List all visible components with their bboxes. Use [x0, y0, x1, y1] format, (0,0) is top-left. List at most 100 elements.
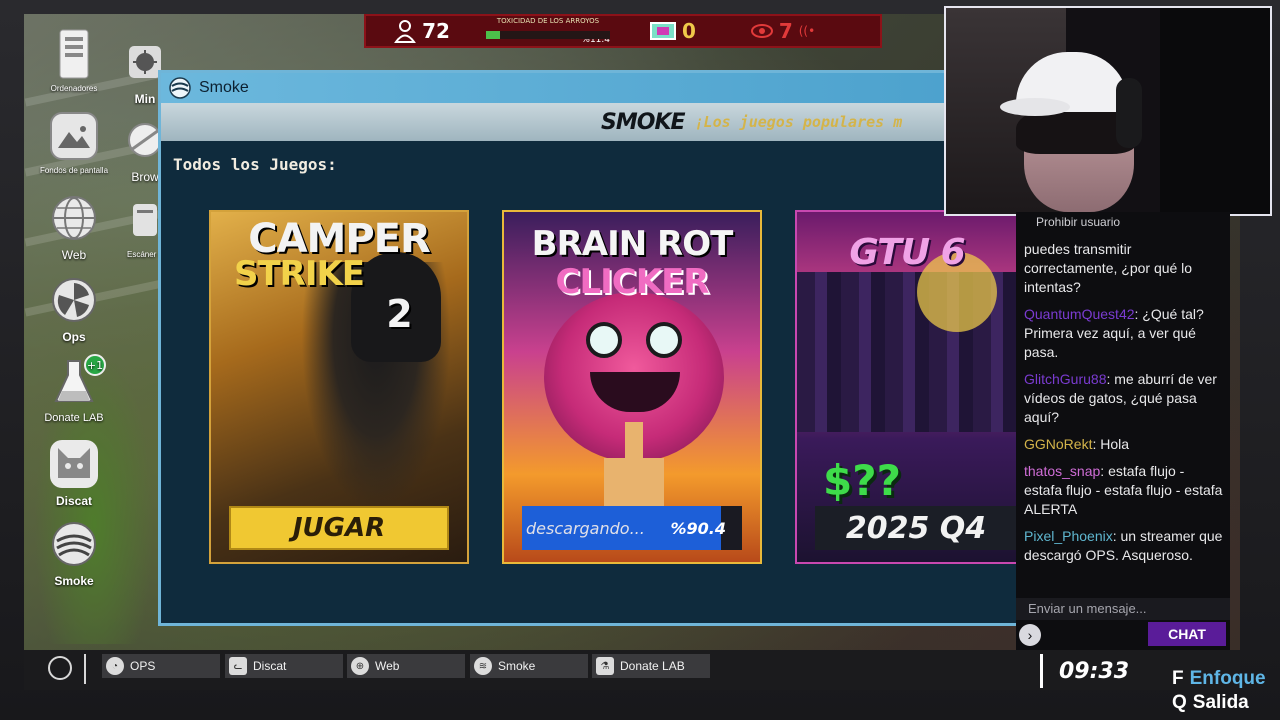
brain-eye-left	[586, 322, 622, 358]
taskbar-item-smoke[interactable]: ≋ Smoke	[470, 654, 588, 678]
taskbar-item-label: Smoke	[498, 659, 536, 673]
chat-username[interactable]: Pixel_Phoenix	[1024, 528, 1113, 544]
download-percent: %90.4	[670, 518, 726, 538]
globe-icon	[50, 194, 98, 242]
webcam-overlay	[944, 6, 1272, 216]
desktop-icon-label: Brow	[131, 170, 159, 184]
game-card-camper-strike[interactable]: CAMPER STRIKE 2 JUGAR	[209, 210, 469, 564]
taskbar-item-label: Web	[375, 659, 400, 673]
coin-count: 0	[682, 19, 696, 43]
viewer-count-value: 72	[422, 19, 450, 43]
chat-message: GGNoRekt: Hola	[1024, 435, 1226, 454]
cat-icon: ᓚ	[229, 657, 247, 675]
chat-username[interactable]: thatos_snap	[1024, 463, 1100, 479]
desktop-icon-label: Fondos de pantalla	[39, 166, 109, 175]
store-banner: SMOKE ¡Los juegos populares m	[161, 103, 1018, 141]
desktop-icon-donate-lab[interactable]: +1 Donate LAB	[28, 354, 120, 424]
desktop-icon-label: Min	[134, 92, 156, 106]
desktop-icon-discat[interactable]: Discat	[28, 440, 120, 508]
chat-message: GlitchGuru88: me aburrí de ver vídeos de…	[1024, 370, 1226, 427]
desktop-icon-ops[interactable]: Ops	[28, 276, 120, 344]
coin-counter: 0	[618, 16, 728, 46]
taskbar-item-label: OPS	[130, 659, 156, 673]
status-hud: 72 TOXICIDAD DE LOS ARROYOS %11.4 0 7 ((…	[364, 14, 882, 48]
game-title-line1: BRAIN ROT	[531, 224, 734, 264]
hint-key: F	[1172, 668, 1184, 689]
chat-text: : Hola	[1092, 436, 1130, 452]
hint-label: Enfoque	[1189, 668, 1266, 689]
download-progress: descargando... %90.4	[522, 506, 742, 550]
smoke-icon	[50, 520, 98, 568]
toxicity-bar	[486, 31, 610, 39]
chat-message: QuantumQuest42: ¿Qué tal? Primera vez aq…	[1024, 305, 1226, 362]
ops-icon	[50, 276, 98, 324]
window-titlebar[interactable]: Smoke	[161, 73, 1018, 103]
alert-count: 7	[778, 19, 793, 43]
game-title-line2: STRIKE	[233, 254, 365, 294]
desktop-icon-label: Ordenadores	[50, 84, 98, 93]
flask-icon: ⚗	[596, 657, 614, 675]
desktop-icon-label: Smoke	[54, 574, 94, 588]
taskbar-item-label: Discat	[253, 659, 287, 673]
game-title-line2: CLICKER	[555, 262, 710, 302]
taskbar-item-ops[interactable]: ◔ OPS	[102, 654, 220, 678]
window-title: Smoke	[199, 79, 249, 96]
taskbar-divider	[84, 654, 86, 684]
notification-badge: +1	[84, 354, 106, 376]
viewer-count: 72	[366, 16, 478, 46]
store-tagline: ¡Los juegos populares m	[694, 113, 903, 131]
hint-exit: Q Salida	[1172, 692, 1249, 714]
chat-messages: puedes transmitir correctamente, ¿por qu…	[1024, 240, 1226, 573]
toxicity-meter: TOXICIDAD DE LOS ARROYOS %11.4	[478, 16, 618, 46]
desktop-icon-label: Web	[61, 248, 87, 262]
chat-message: thatos_snap: estafa flujo - estafa flujo…	[1024, 462, 1226, 519]
game-screen: Ordenadores Min Fondos de pantalla Brow …	[0, 0, 1280, 720]
stream-chat: Prohibir usuario puedes transmitir corre…	[1016, 212, 1230, 650]
game-card-gtu-6[interactable]: GTU 6 $?? 2025 Q4	[795, 210, 1018, 564]
chat-message: puedes transmitir correctamente, ¿por qu…	[1024, 240, 1226, 297]
wallpaper-icon	[50, 112, 98, 160]
release-date-label: 2025 Q4	[815, 506, 1017, 550]
smoke-icon	[169, 77, 191, 99]
cap-brim	[1000, 98, 1070, 116]
chat-username[interactable]: QuantumQuest42	[1024, 306, 1135, 322]
smoke-window[interactable]: Smoke SMOKE ¡Los juegos populares m Todo…	[158, 70, 1018, 626]
chat-username[interactable]: GlitchGuru88	[1024, 371, 1106, 387]
desktop-icon-web[interactable]: Web	[28, 194, 120, 262]
toxicity-bar-fill	[486, 31, 501, 39]
brain-eye-right	[646, 322, 682, 358]
hint-label: Salida	[1192, 692, 1249, 713]
download-status: descargando...	[526, 518, 645, 538]
toxicity-label: TOXICIDAD DE LOS ARROYOS	[496, 17, 600, 25]
ban-user-label[interactable]: Prohibir usuario	[1036, 215, 1120, 229]
game-card-brain-rot-clicker[interactable]: BRAIN ROT CLICKER descargando... %90.4	[502, 210, 762, 564]
taskbar-item-discat[interactable]: ᓚ Discat	[225, 654, 343, 678]
alert-counter: 7 ((•	[728, 16, 838, 46]
chevron-right-icon[interactable]: ›	[1019, 624, 1041, 646]
game-title-line3: 2	[386, 292, 412, 336]
taskbar-item-web[interactable]: ⊕ Web	[347, 654, 465, 678]
eye-icon	[750, 24, 773, 38]
hint-key: Q	[1172, 692, 1187, 713]
signal-icon: ((•	[798, 24, 816, 38]
desktop-icon-computers[interactable]: Ordenadores	[28, 29, 120, 93]
store-brand: SMOKE	[601, 109, 686, 135]
desktop-icon-label: Discat	[55, 494, 93, 508]
smoke-icon: ≋	[474, 657, 492, 675]
section-title: Todos los Juegos:	[173, 155, 337, 174]
chat-button[interactable]: CHAT	[1148, 622, 1226, 646]
taskbar-item-donate-lab[interactable]: ⚗ Donate LAB	[592, 654, 710, 678]
chat-message: Pixel_Phoenix: un streamer que descargó …	[1024, 527, 1226, 565]
desktop-icon-wallpapers[interactable]: Fondos de pantalla	[28, 112, 120, 175]
chat-text: puedes transmitir correctamente, ¿por qu…	[1024, 241, 1193, 295]
desktop-icon-smoke[interactable]: Smoke	[28, 520, 120, 588]
ops-icon: ◔	[106, 657, 124, 675]
globe-icon: ⊕	[351, 657, 369, 675]
play-button[interactable]: JUGAR	[229, 506, 449, 550]
chat-username[interactable]: GGNoRekt	[1024, 436, 1092, 452]
start-button[interactable]	[48, 656, 72, 680]
headphones	[1116, 78, 1142, 148]
game-price: $??	[823, 456, 901, 505]
chat-input[interactable]: Enviar un mensaje...	[1016, 598, 1230, 620]
person-icon	[394, 20, 416, 43]
